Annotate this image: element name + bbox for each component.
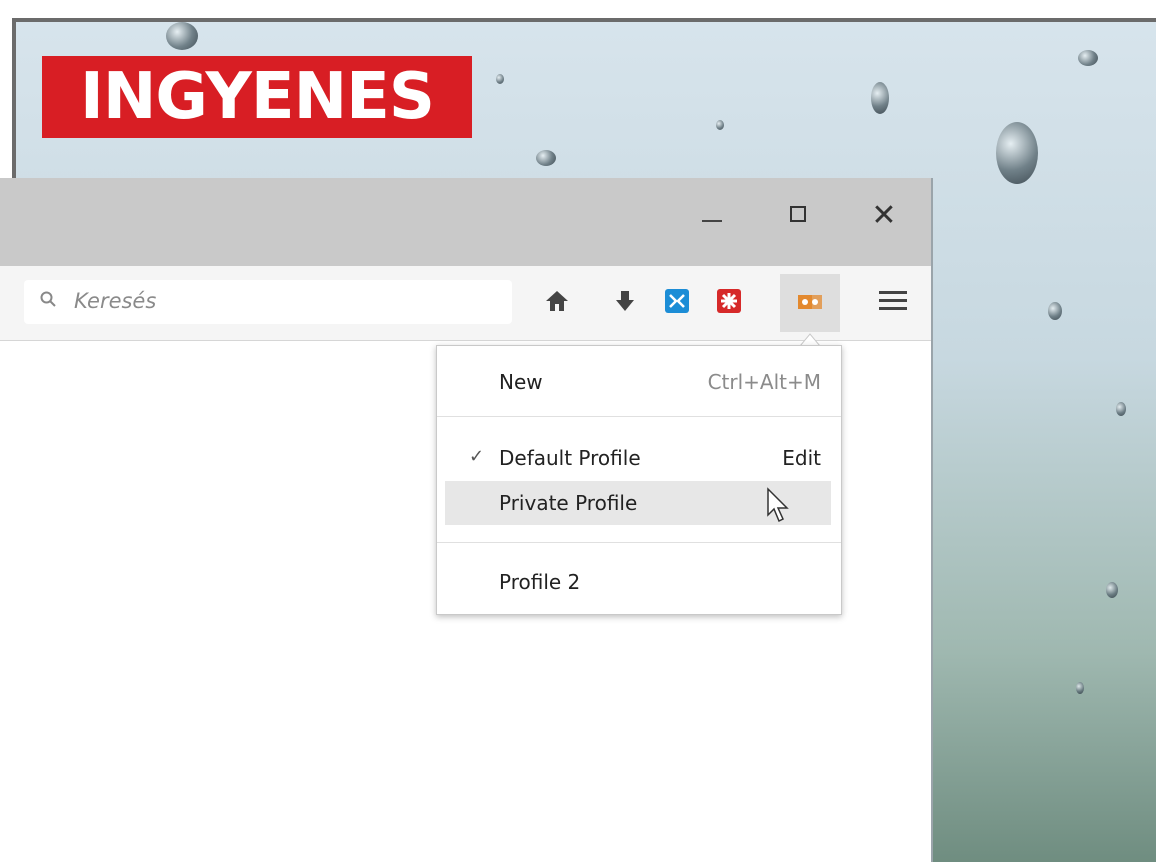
water-drop (496, 74, 504, 84)
profile-menu: New Ctrl+Alt+M ✓ Default Profile Edit Pr… (436, 345, 842, 615)
menu-item-default-profile[interactable]: ✓ Default Profile Edit (437, 436, 841, 480)
water-drop (1106, 582, 1118, 598)
maximize-button[interactable] (778, 196, 818, 236)
menu-item-label: Profile 2 (499, 570, 581, 594)
search-input[interactable] (72, 288, 476, 314)
profile-switcher-button[interactable] (780, 274, 840, 332)
search-icon (40, 291, 56, 307)
menu-separator (437, 416, 841, 417)
menu-item-new[interactable]: New Ctrl+Alt+M (437, 360, 841, 404)
title-bar: ✕ (0, 178, 931, 266)
shortcut-label: Ctrl+Alt+M (707, 370, 821, 394)
menu-item-label: Default Profile (499, 446, 641, 470)
extension-icon[interactable] (664, 288, 690, 314)
dropdown-pointer (800, 333, 820, 346)
water-drop (1076, 682, 1084, 694)
home-icon[interactable] (544, 288, 570, 314)
minimize-button[interactable] (692, 196, 732, 236)
edit-profile-link[interactable]: Edit (782, 446, 821, 470)
water-drop (1078, 50, 1098, 66)
close-button[interactable]: ✕ (864, 196, 904, 236)
hamburger-menu-icon[interactable] (878, 288, 908, 314)
mouse-cursor-icon (767, 487, 789, 523)
checkmark-icon: ✓ (469, 446, 485, 467)
water-drop (1116, 402, 1126, 416)
addon-icon[interactable] (716, 288, 742, 314)
download-icon[interactable] (612, 288, 638, 314)
water-drop (996, 122, 1038, 184)
water-drop (166, 22, 198, 50)
water-drop (1048, 302, 1062, 320)
menu-item-label: New (499, 370, 543, 394)
search-box[interactable] (24, 280, 512, 324)
promo-banner: INGYENES (42, 56, 472, 138)
water-drop (871, 82, 889, 114)
menu-item-label: Private Profile (499, 491, 638, 515)
water-drop (536, 150, 556, 166)
navigation-toolbar (0, 266, 931, 341)
profile-switcher-icon (798, 295, 822, 309)
menu-separator (437, 542, 841, 543)
menu-item-profile-2[interactable]: Profile 2 (437, 560, 841, 604)
water-drop (716, 120, 724, 130)
